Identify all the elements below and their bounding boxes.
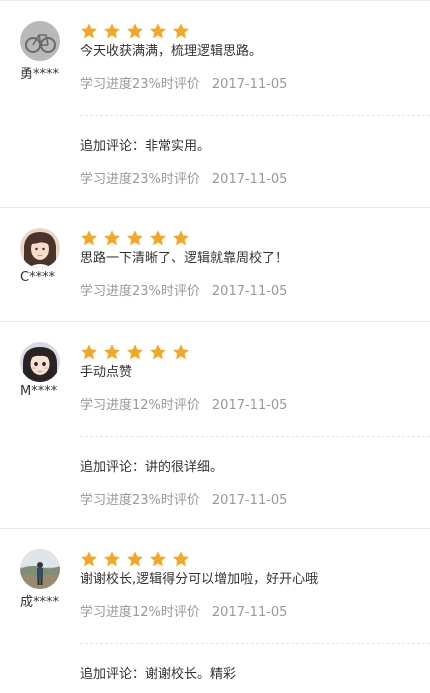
avatar[interactable] [20, 549, 60, 589]
review-text: 手动点赞 [80, 365, 133, 380]
star-icon [103, 229, 121, 247]
star-icon [103, 343, 121, 361]
avatar[interactable] [20, 228, 60, 268]
review-meta: 学习进度23%时评价 2017-11-05 [80, 282, 430, 302]
star-icon [80, 22, 98, 40]
username: 勇**** [20, 67, 60, 82]
star-icon [172, 229, 190, 247]
avatar[interactable] [20, 21, 60, 61]
username: M**** [20, 384, 58, 399]
girl-avatar-icon [20, 228, 60, 268]
star-icon [103, 550, 121, 568]
append-text: 追加评论：讲的很详细。 [80, 460, 224, 475]
append-meta: 学习进度23%时评价 2017-11-05 [80, 491, 430, 511]
review-item: M**** 手动点赞 学习进度12%时评价 2017-11-05 追加评论：讲的很… [0, 322, 430, 529]
progress-text: 学习进度23%时评价 [80, 172, 200, 187]
review-date: 2017-11-05 [211, 493, 288, 508]
star-icon [172, 343, 190, 361]
star-rating [80, 229, 430, 247]
star-icon [149, 22, 167, 40]
star-rating [80, 22, 430, 40]
username: 成**** [20, 595, 60, 610]
review-list: 勇**** 今天收获满满，梳理逻辑思路。 学习进度23%时评价 2017-11-0… [0, 1, 430, 693]
progress-text: 学习进度12%时评价 [80, 398, 200, 413]
review-date: 2017-11-05 [211, 172, 288, 187]
review-content: 思路一下清晰了、逻辑就靠周校了！ 学习进度23%时评价 2017-11-05 [80, 208, 430, 302]
append-review: 追加评论：谢谢校长。精彩 [80, 644, 430, 685]
review-item: 勇**** 今天收获满满，梳理逻辑思路。 学习进度23%时评价 2017-11-0… [0, 1, 430, 208]
append-review: 追加评论：非常实用。 学习进度23%时评价 2017-11-05 [80, 116, 430, 190]
review-text: 今天收获满满，梳理逻辑思路。 [80, 44, 263, 59]
star-icon [149, 343, 167, 361]
review-user: 勇**** [20, 21, 60, 82]
bicycle-avatar-icon [20, 21, 60, 61]
star-rating [80, 343, 430, 361]
review-meta: 学习进度23%时评价 2017-11-05 [80, 75, 430, 95]
star-icon [80, 550, 98, 568]
star-icon [149, 229, 167, 247]
progress-text: 学习进度23%时评价 [80, 77, 200, 92]
star-icon [172, 22, 190, 40]
girl-avatar-icon [20, 342, 60, 382]
append-text: 追加评论：谢谢校长。精彩 [80, 667, 237, 682]
review-meta: 学习进度12%时评价 2017-11-05 [80, 396, 430, 416]
review-text: 思路一下清晰了、逻辑就靠周校了！ [80, 251, 289, 266]
progress-text: 学习进度23%时评价 [80, 493, 200, 508]
review-user: 成**** [20, 549, 60, 610]
star-icon [80, 343, 98, 361]
username: C**** [20, 270, 56, 285]
star-icon [103, 22, 121, 40]
avatar[interactable] [20, 342, 60, 382]
review-text: 谢谢校长,逻辑得分可以增加啦，好开心哦 [80, 572, 319, 587]
review-user: C**** [20, 228, 60, 285]
star-icon [149, 550, 167, 568]
review-content: 谢谢校长,逻辑得分可以增加啦，好开心哦 学习进度12%时评价 2017-11-05… [80, 529, 430, 685]
review-item: C**** 思路一下清晰了、逻辑就靠周校了！ 学习进度23%时评价 2017-11… [0, 208, 430, 322]
append-text: 追加评论：非常实用。 [80, 139, 211, 154]
progress-text: 学习进度23%时评价 [80, 284, 200, 299]
review-meta: 学习进度12%时评价 2017-11-05 [80, 603, 430, 623]
progress-text: 学习进度12%时评价 [80, 605, 200, 620]
star-icon [80, 229, 98, 247]
star-icon [126, 22, 144, 40]
review-date: 2017-11-05 [211, 605, 288, 620]
review-date: 2017-11-05 [211, 77, 288, 92]
review-content: 今天收获满满，梳理逻辑思路。 学习进度23%时评价 2017-11-05 追加评论… [80, 1, 430, 190]
append-review: 追加评论：讲的很详细。 学习进度23%时评价 2017-11-05 [80, 437, 430, 511]
review-content: 手动点赞 学习进度12%时评价 2017-11-05 追加评论：讲的很详细。 学习… [80, 322, 430, 511]
star-rating [80, 550, 430, 568]
review-date: 2017-11-05 [211, 398, 288, 413]
append-meta: 学习进度23%时评价 2017-11-05 [80, 170, 430, 190]
star-icon [126, 343, 144, 361]
star-icon [126, 229, 144, 247]
review-item: 成**** 谢谢校长,逻辑得分可以增加啦，好开心哦 学习进度12%时评价 2017… [0, 529, 430, 693]
review-user: M**** [20, 342, 60, 399]
star-icon [172, 550, 190, 568]
landscape-avatar-icon [20, 549, 60, 589]
review-date: 2017-11-05 [211, 284, 288, 299]
star-icon [126, 550, 144, 568]
